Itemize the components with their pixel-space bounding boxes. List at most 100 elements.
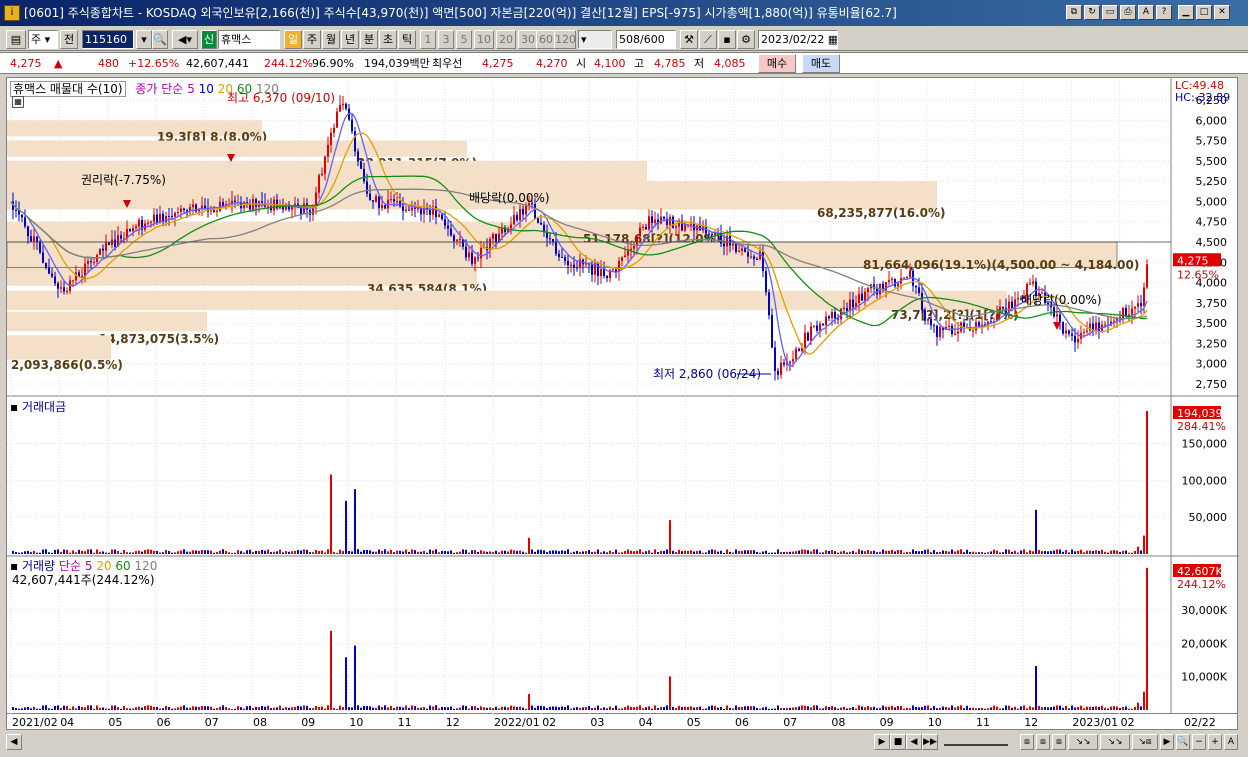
interval-button[interactable]: 3: [438, 30, 454, 49]
amount-bar: [204, 550, 206, 554]
volume-bar: [246, 706, 248, 710]
play-icon[interactable]: ▶: [874, 734, 890, 750]
tool-icon[interactable]: ⚒: [680, 30, 698, 49]
stock-code-input[interactable]: 115160: [82, 30, 134, 49]
toggle-icon-2[interactable]: ⧈: [1036, 734, 1050, 750]
amount-pane-title[interactable]: 거래대금: [22, 400, 66, 414]
candle-body: [60, 287, 62, 289]
amount-bar: [507, 551, 509, 554]
volume-bar: [102, 707, 104, 710]
tab-month[interactable]: 월: [322, 30, 340, 49]
help-icon[interactable]: ?: [1156, 5, 1172, 20]
volume-bar: [915, 707, 917, 710]
interval-button[interactable]: 1: [420, 30, 436, 49]
amount-bar: [549, 550, 551, 554]
fast-forward-icon[interactable]: ▶▶: [922, 734, 938, 750]
amount-bar: [36, 552, 38, 554]
candle-body: [624, 255, 626, 258]
volume-bar: [564, 706, 566, 710]
volume-bar: [390, 705, 392, 710]
window-title: [0601] 주식종합차트 - KOSDAQ 외국인보유[2,166(천)] 주…: [24, 6, 897, 20]
plus-icon[interactable]: +: [1208, 734, 1222, 750]
interval-button[interactable]: 10: [474, 30, 494, 49]
date-field[interactable]: 2023/02/22 ▦: [758, 30, 838, 49]
candle-body: [939, 327, 941, 337]
prev-button[interactable]: 전: [60, 30, 78, 49]
font-icon[interactable]: A: [1138, 5, 1154, 20]
save-icon[interactable]: ▪: [718, 30, 736, 49]
interval-button[interactable]: 5: [456, 30, 472, 49]
window-icon-2[interactable]: ▭: [1102, 5, 1118, 20]
volume-bar: [948, 707, 950, 710]
grid-icon[interactable]: ▦: [12, 96, 24, 108]
search-icon[interactable]: 🔍: [152, 30, 168, 49]
candle-body: [39, 241, 41, 253]
tab-tick[interactable]: 틱: [398, 30, 416, 49]
amount-bar: [567, 549, 569, 554]
buy-button[interactable]: 매수: [758, 54, 796, 73]
tab-week[interactable]: 주: [303, 30, 321, 49]
zoom-out-icon[interactable]: 🔍: [1176, 734, 1190, 750]
font-size-icon[interactable]: A: [1224, 734, 1238, 750]
volume-bar: [1053, 706, 1055, 710]
candle-body: [156, 214, 158, 223]
tab-minute[interactable]: 분: [360, 30, 378, 49]
count-field[interactable]: 508/600: [616, 30, 676, 49]
stock-name-field[interactable]: 휴맥스: [218, 30, 280, 49]
amount-bar: [750, 550, 752, 554]
candle-body: [795, 348, 797, 360]
candle-body: [177, 212, 179, 214]
line-chart-icon[interactable]: ⟋: [699, 30, 717, 49]
interval-button[interactable]: 60: [536, 30, 556, 49]
price-pane-title[interactable]: 휴맥스 매물대 수(10): [10, 81, 126, 97]
chart-canvas[interactable]: 6,2506,0005,7505,5005,2505,0004,7504,500…: [6, 78, 1239, 715]
toggle-icon-3[interactable]: ⧈: [1052, 734, 1066, 750]
tab-year[interactable]: 년: [341, 30, 359, 49]
minus-icon[interactable]: −: [1192, 734, 1206, 750]
interval-button[interactable]: 120: [554, 30, 576, 49]
volume-bar: [216, 708, 218, 710]
stop-icon[interactable]: ■: [890, 734, 906, 750]
scroll-left-icon[interactable]: ◀: [6, 734, 22, 750]
tab-second[interactable]: 초: [379, 30, 397, 49]
interval-input[interactable]: ▾: [578, 30, 612, 49]
print-icon[interactable]: ⎙: [1120, 5, 1136, 20]
interval-button[interactable]: 20: [496, 30, 516, 49]
prev-icon[interactable]: ◀: [906, 734, 922, 750]
dropdown-icon[interactable]: ▾: [136, 30, 152, 49]
scroll-right-icon[interactable]: ▶: [1160, 734, 1174, 750]
toggle-icon-1[interactable]: ⧈: [1020, 734, 1034, 750]
window-icon[interactable]: i: [4, 5, 20, 21]
amount-bar: [393, 552, 395, 554]
volume-bar: [864, 707, 866, 710]
draw-tool-icon-2[interactable]: ↘↘: [1100, 734, 1130, 750]
volume-bar: [87, 705, 89, 710]
link-icon[interactable]: ⧉: [1066, 5, 1082, 20]
period-select[interactable]: 주 ▾: [28, 30, 58, 49]
speaker-icon[interactable]: ◀▾: [172, 30, 198, 49]
draw-tool-icon-3[interactable]: ↘⧈: [1132, 734, 1158, 750]
sell-button[interactable]: 매도: [802, 54, 840, 73]
candle-body: [441, 214, 443, 220]
chart-area[interactable]: 6,250 6,000 5,750 5,500 5,250 5,000 4,750 4,500…: [6, 77, 1239, 715]
minimize-button[interactable]: ▁: [1178, 5, 1194, 20]
volume-bar: [456, 708, 458, 710]
settings-icon[interactable]: ⚙: [737, 30, 755, 49]
close-button[interactable]: ✕: [1214, 5, 1230, 20]
speed-slider[interactable]: [944, 737, 1008, 746]
maximize-button[interactable]: □: [1196, 5, 1212, 20]
open-label: 시: [576, 57, 587, 70]
candle-body: [924, 310, 926, 321]
menu-icon[interactable]: ▤: [6, 30, 26, 49]
amount-bar: [1017, 552, 1019, 554]
amount-bar: [189, 551, 191, 554]
candle-body: [333, 127, 335, 133]
draw-tool-icon[interactable]: ↘↘: [1068, 734, 1098, 750]
interval-button[interactable]: 30: [518, 30, 538, 49]
tab-day[interactable]: 일: [284, 30, 302, 49]
volume-profile-band: [7, 335, 111, 360]
amount-bar: [468, 552, 470, 554]
sync-icon[interactable]: ↻: [1084, 5, 1100, 20]
candle-body: [318, 175, 320, 193]
volume-bar: [573, 707, 575, 710]
